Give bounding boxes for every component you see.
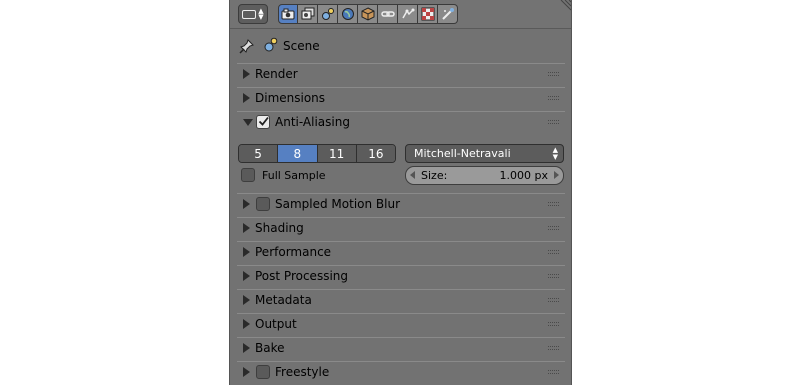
drag-grip-icon[interactable] (548, 298, 560, 305)
scene-icon (264, 37, 278, 52)
panel-label: Bake (255, 341, 285, 355)
aa-samples-5[interactable]: 5 (239, 145, 279, 162)
panel-metadata[interactable]: Metadata (237, 289, 565, 311)
world-icon (341, 8, 354, 20)
triangle-right-icon (243, 343, 250, 353)
panel-dimensions[interactable]: Dimensions (237, 87, 565, 109)
panel-bake[interactable]: Bake (237, 337, 565, 359)
drag-grip-icon[interactable] (548, 274, 560, 281)
particles-tab[interactable] (438, 4, 458, 24)
editor-type-selector[interactable]: ▲ ▼ (238, 4, 268, 24)
panel-anti-aliasing[interactable]: Anti-Aliasing (237, 111, 565, 133)
panel-label: Post Processing (255, 269, 348, 283)
constraints-tab[interactable] (378, 4, 398, 24)
freestyle-checkbox[interactable] (256, 365, 270, 379)
panel-shading[interactable]: Shading (237, 217, 565, 239)
triangle-right-icon (243, 319, 250, 329)
pin-icon[interactable] (239, 38, 255, 54)
triangle-right-icon (243, 199, 250, 209)
aa-samples-8[interactable]: 8 (278, 145, 318, 162)
panel-label: Output (255, 317, 297, 331)
panel-output[interactable]: Output (237, 313, 565, 335)
render-layers-icon (301, 7, 314, 20)
triangle-right-icon (243, 271, 250, 281)
decrement-arrow-icon[interactable] (410, 171, 415, 179)
panel-label: Metadata (255, 293, 312, 307)
drag-grip-icon[interactable] (548, 72, 560, 79)
panel-performance[interactable]: Performance (237, 241, 565, 263)
triangle-right-icon (243, 93, 250, 103)
render-layers-tab[interactable] (298, 4, 318, 24)
area-corner-grip-icon[interactable] (559, 0, 571, 12)
panel-render[interactable]: Render (237, 63, 565, 85)
anti-aliasing-content: 5 8 11 16 Mitchell-Netravali ▲ ▼ Full Sam… (230, 134, 571, 194)
panel-label: Performance (255, 245, 332, 259)
filter-type-dropdown[interactable]: Mitchell-Netravali ▲ ▼ (405, 144, 564, 163)
checkmark-icon (258, 116, 269, 126)
anti-aliasing-checkbox[interactable] (256, 115, 270, 129)
panel-label: Dimensions (255, 91, 326, 105)
panel-label: Render (255, 67, 298, 81)
panel-post-processing[interactable]: Post Processing (237, 265, 565, 287)
increment-arrow-icon[interactable] (554, 171, 559, 179)
panel-freestyle[interactable]: Freestyle (237, 361, 565, 383)
triangle-right-icon (243, 223, 250, 233)
cube-icon (361, 7, 374, 21)
drag-grip-icon[interactable] (548, 96, 560, 103)
drag-grip-icon[interactable] (548, 322, 560, 329)
properties-editor-icon (242, 9, 257, 19)
scene-label: Scene (283, 39, 320, 53)
drag-grip-icon[interactable] (548, 250, 560, 257)
drag-grip-icon[interactable] (548, 370, 560, 377)
object-tab[interactable] (358, 4, 378, 24)
modifiers-tab[interactable] (398, 4, 418, 24)
panel-label: Anti-Aliasing (275, 115, 350, 129)
size-value: 1.000 px (499, 169, 548, 182)
full-sample-label[interactable]: Full Sample (262, 169, 326, 182)
size-label: Size: (421, 169, 448, 182)
triangle-right-icon (243, 69, 250, 79)
camera-icon (281, 8, 295, 20)
dropdown-arrows-icon: ▲ ▼ (552, 146, 558, 161)
dropdown-arrows-icon: ▲ ▼ (258, 7, 264, 21)
scene-icon (321, 8, 334, 20)
particles-icon (441, 8, 454, 20)
modifiers-icon (401, 8, 414, 19)
world-tab[interactable] (338, 4, 358, 24)
context-path-row: Scene (230, 30, 571, 60)
drag-grip-icon[interactable] (548, 226, 560, 233)
chain-link-icon (380, 11, 395, 17)
aa-samples-16[interactable]: 16 (356, 145, 395, 162)
texture-tab[interactable] (418, 4, 438, 24)
triangle-right-icon (243, 247, 250, 257)
triangle-right-icon (243, 367, 250, 377)
properties-editor: ▲ ▼ Scene Render Dimensions Anti-Aliasin… (229, 0, 572, 385)
filter-type-value: Mitchell-Netravali (414, 147, 511, 160)
panel-label: Sampled Motion Blur (275, 197, 401, 211)
drag-grip-icon[interactable] (548, 346, 560, 353)
full-sample-checkbox[interactable] (241, 168, 255, 182)
panel-label: Freestyle (275, 365, 330, 379)
triangle-right-icon (243, 295, 250, 305)
context-tabs (278, 4, 458, 24)
scene-tab[interactable] (318, 4, 338, 24)
sampled-motion-blur-checkbox[interactable] (256, 197, 270, 211)
panel-sampled-motion-blur[interactable]: Sampled Motion Blur (237, 193, 565, 215)
drag-grip-icon[interactable] (548, 120, 560, 127)
render-tab[interactable] (278, 4, 298, 24)
drag-grip-icon[interactable] (548, 202, 560, 209)
panel-label: Shading (255, 221, 304, 235)
aa-samples-11[interactable]: 11 (317, 145, 357, 162)
properties-header: ▲ ▼ (230, 0, 571, 29)
triangle-down-icon (243, 119, 253, 126)
checker-texture-icon (421, 7, 434, 21)
filter-size-field[interactable]: Size: 1.000 px (405, 166, 564, 185)
aa-samples-selector: 5 8 11 16 (238, 144, 396, 163)
